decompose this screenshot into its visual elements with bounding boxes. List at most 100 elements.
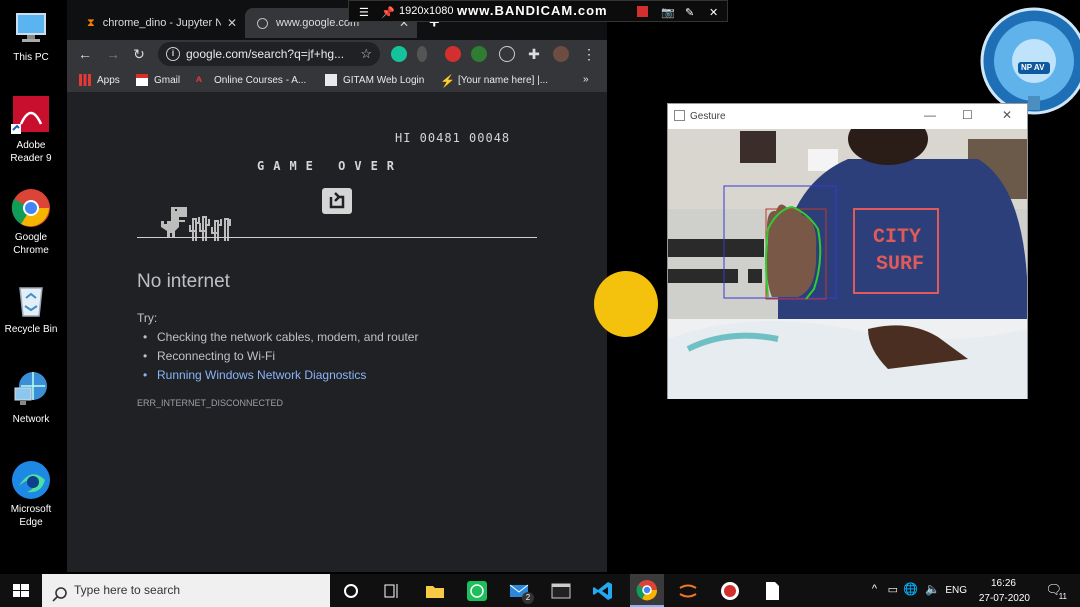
info-icon[interactable]: i — [166, 47, 180, 61]
task-view-icon[interactable] — [381, 580, 403, 602]
apps-grid-icon — [79, 74, 91, 86]
page-content: HI 00481 00048 GAME OVER No internet Try… — [67, 93, 607, 572]
react-extension-icon[interactable] — [499, 46, 515, 62]
desktop-icon-adobe-reader[interactable]: Adobe Reader 9 — [0, 96, 62, 165]
back-arrow-icon[interactable]: ← — [75, 44, 95, 64]
cortana-icon[interactable] — [340, 580, 362, 602]
record-stop-icon[interactable] — [637, 6, 648, 17]
window-app-icon — [674, 110, 685, 121]
forward-arrow-icon[interactable]: → — [103, 44, 123, 64]
pencil-icon[interactable]: ✎ — [685, 6, 694, 19]
ground-line — [137, 237, 537, 238]
desktop-icon-label: Google Chrome — [13, 232, 49, 256]
bookmarks-bar: Apps Gmail ᴀ Online Courses - A... GITAM… — [67, 68, 607, 92]
mail-icon[interactable]: 2 — [508, 580, 534, 604]
bookmark-your-name[interactable]: ⚡ [Your name here] |... — [440, 74, 549, 88]
recording-resolution: 1920x1080 — [399, 5, 454, 17]
game-over-text: GAME OVER — [257, 159, 404, 173]
bookmark-online-courses[interactable]: ᴀ Online Courses - A... — [196, 74, 306, 86]
reload-icon[interactable]: ↻ — [129, 44, 149, 64]
search-placeholder: Type here to search — [74, 583, 181, 597]
computer-icon — [11, 8, 51, 48]
whatsapp-icon[interactable] — [466, 580, 488, 602]
grammarly-extension-icon[interactable] — [391, 46, 407, 62]
courses-icon: ᴀ — [196, 74, 202, 85]
network-diagnostics-link[interactable]: Running Windows Network Diagnostics — [143, 368, 366, 382]
webcam-feed: CITY SURF — [668, 129, 1027, 399]
dino-icon — [161, 207, 187, 237]
adblock-extension-icon[interactable] — [445, 46, 461, 62]
chrome-icon — [11, 188, 51, 228]
close-tab-icon[interactable]: ✕ — [227, 16, 237, 30]
vscode-icon[interactable] — [592, 580, 614, 602]
terminal-icon[interactable] — [550, 580, 572, 602]
puzzle-icon[interactable]: ✚ — [524, 44, 544, 64]
address-bar[interactable]: i google.com/search?q=jf+hg... ☆ — [158, 42, 380, 66]
bookmark-star-icon[interactable]: ☆ — [360, 42, 372, 66]
notification-count: 11 — [1058, 592, 1067, 601]
desktop-icon-label: Adobe Reader 9 — [10, 140, 52, 164]
tip-item: Reconnecting to Wi-Fi — [143, 349, 275, 363]
taskbar-search[interactable]: Type here to search — [42, 574, 330, 607]
url-text: google.com/search?q=jf+hg... — [186, 47, 345, 61]
volume-icon[interactable]: 🔈 — [925, 582, 940, 596]
lightning-icon: ⚡ — [440, 74, 455, 88]
bookmark-label: Online Courses - A... — [214, 74, 307, 86]
edge-icon — [11, 460, 51, 500]
desktop-icon-recycle-bin[interactable]: Recycle Bin — [0, 280, 62, 336]
chrome-window: ⧗ chrome_dino - Jupyter No ✕ www.google.… — [67, 0, 607, 572]
extension-icon[interactable] — [417, 46, 427, 62]
menu-icon[interactable]: ☰ — [359, 6, 369, 19]
npav-widget[interactable]: NP AV — [978, 6, 1080, 116]
windows-start-icon[interactable] — [10, 580, 32, 602]
bookmark-gitam[interactable]: GITAM Web Login — [325, 74, 424, 86]
desktop-icon-label: Network — [12, 414, 50, 425]
desktop-icon-this-pc[interactable]: This PC — [0, 8, 62, 64]
bookmarks-overflow-button[interactable]: » — [583, 74, 589, 85]
recycle-bin-icon — [11, 280, 51, 320]
menu-dots-icon[interactable]: ⋮ — [579, 44, 599, 64]
gmail-icon — [136, 74, 148, 86]
chrome-taskbar-icon[interactable] — [630, 574, 664, 607]
pin-icon[interactable]: 📌 — [381, 6, 395, 19]
browser-toolbar: ← → ↻ i google.com/search?q=jf+hg... ☆ ✚… — [67, 40, 607, 68]
bandicam-watermark: www.BANDICAM.com — [457, 3, 608, 18]
jupyter-icon[interactable] — [677, 580, 699, 602]
clock-date[interactable]: 27-07-2020 — [979, 593, 1030, 604]
globe-icon — [257, 17, 268, 29]
search-icon — [52, 582, 68, 607]
shirt-text: SURF — [876, 253, 925, 276]
page-title: No internet — [137, 271, 230, 292]
taskbar: Type here to search 2 ^ ▭ 🌐 🔈 ENG 16:26 — [0, 574, 1080, 607]
globe-network-icon[interactable]: 🌐 — [903, 582, 918, 596]
chevron-up-icon[interactable]: ^ — [872, 583, 877, 595]
notepad-icon[interactable] — [761, 580, 783, 602]
tab-jupyter[interactable]: ⧗ chrome_dino - Jupyter No ✕ — [75, 8, 245, 38]
battery-icon[interactable]: ▭ — [888, 583, 898, 596]
restart-icon[interactable] — [322, 188, 352, 214]
desktop-icon-network[interactable]: Network — [0, 370, 62, 426]
minimize-icon[interactable]: — — [924, 108, 936, 122]
close-icon[interactable]: ✕ — [709, 6, 718, 19]
clock-time[interactable]: 16:26 — [991, 578, 1016, 589]
maximize-icon[interactable]: ☐ — [962, 108, 973, 122]
camera-icon[interactable]: 📷 — [661, 6, 675, 19]
bandicam-bar: ☰ 📌 1920x1080 www.BANDICAM.com 📷 ✎ ✕ — [348, 0, 728, 22]
hi-score: HI 00481 00048 — [395, 131, 511, 145]
tab-label: www.google.com — [276, 17, 360, 29]
tree-extension-icon[interactable] — [471, 46, 487, 62]
language-indicator[interactable]: ENG — [945, 585, 967, 596]
bookmark-gmail[interactable]: Gmail — [136, 74, 180, 86]
desktop-icon-microsoft-edge[interactable]: Microsoft Edge — [0, 460, 62, 529]
gesture-titlebar[interactable]: Gesture — ☐ ✕ — [668, 104, 1027, 128]
shirt-text: CITY — [873, 226, 922, 249]
desktop-icon-google-chrome[interactable]: Google Chrome — [0, 188, 62, 257]
profile-avatar[interactable] — [553, 46, 569, 62]
bookmark-label: [Your name here] |... — [458, 74, 549, 86]
hourglass-icon: ⧗ — [87, 16, 95, 29]
bandicam-taskbar-icon[interactable] — [719, 580, 741, 602]
tab-label: chrome_dino - Jupyter No — [102, 17, 221, 29]
bookmark-apps[interactable]: Apps — [79, 74, 120, 86]
file-explorer-icon[interactable] — [424, 580, 446, 602]
close-icon[interactable]: ✕ — [1002, 108, 1012, 122]
